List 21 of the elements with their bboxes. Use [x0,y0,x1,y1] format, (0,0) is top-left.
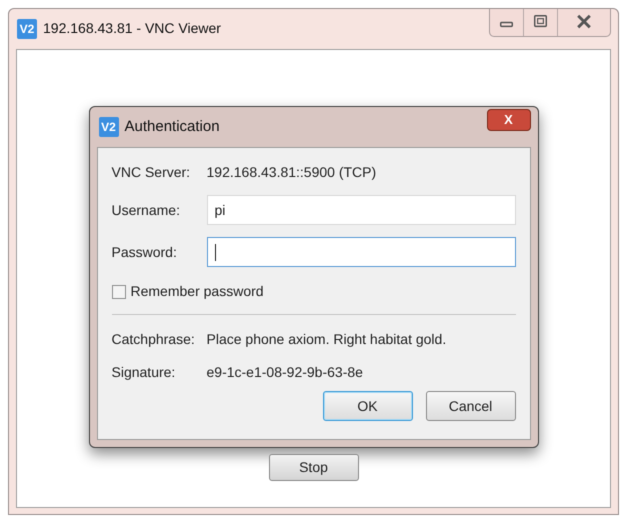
remember-checkbox[interactable] [112,284,126,298]
field-label: VNC Server: [112,163,192,182]
catchphrase-text: Place phone axiom. Right habitat gold. [206,330,446,349]
signature-text: e9-1c-e1-08-92-9b-63-8e [206,363,363,382]
text-cursor [214,244,216,260]
logo-icon: V2 [98,117,118,137]
username-field[interactable]: pi [206,195,516,225]
dialog-button[interactable]: Cancel [426,391,516,421]
field-label: Username: [112,200,181,220]
dialog-button[interactable]: OK [322,391,412,421]
field-label: Signature: [112,363,176,382]
dialog-title: Authentication [124,116,220,137]
logo-icon: V2 [17,18,37,38]
remember-label: Remember password [130,282,264,301]
close-button[interactable]: X [486,109,530,131]
field-label: Catchphrase: [112,330,196,349]
window-title: 192.168.43.81 - VNC Viewer [43,19,221,38]
stop-button[interactable]: Stop [268,454,358,481]
password-field[interactable] [206,237,516,267]
server-address: 192.168.43.81::5900 (TCP) [206,163,376,182]
field-label: Password: [112,242,178,262]
